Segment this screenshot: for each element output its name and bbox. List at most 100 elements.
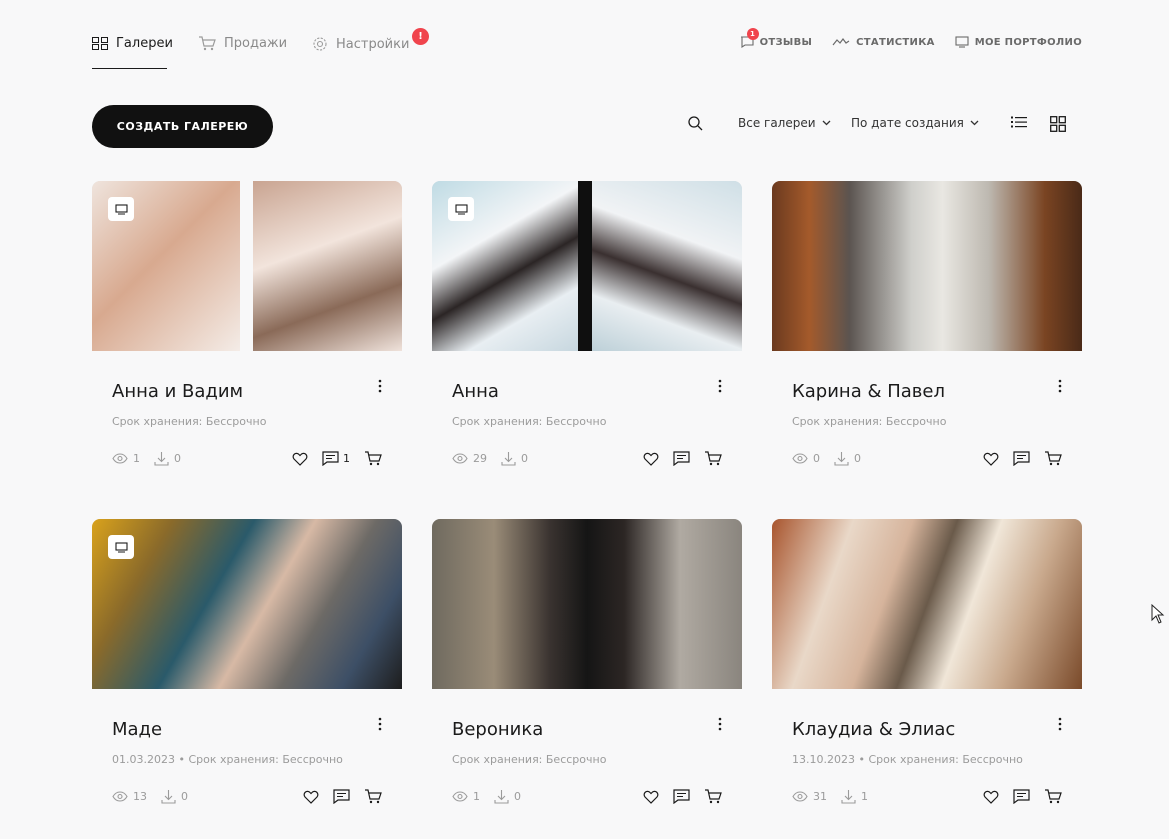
tab-galleries-label: Галереи [116,36,173,51]
heart-icon [303,790,319,804]
tab-galleries[interactable]: Галереи [92,36,173,51]
more-options-icon[interactable] [376,379,384,393]
gallery-actions [983,789,1062,804]
more-options-icon[interactable] [716,379,724,393]
favorite-button[interactable] [292,452,308,466]
list-icon [1011,116,1027,128]
statistics-link[interactable]: СТАТИСТИКА [832,37,935,48]
more-options-icon[interactable] [1056,717,1064,731]
download-icon [501,452,516,466]
eye-icon [792,791,808,802]
gallery-meta: Срок хранения: Бессрочно [452,415,607,428]
reviews-link[interactable]: 1 ОТЗЫВЫ [740,28,813,48]
gallery-stats: 1 0 [112,451,181,466]
filter-label: Все галереи [738,116,816,130]
more-options-icon[interactable] [716,717,724,731]
views-count: 1 [133,452,140,465]
sort-label: По дате создания [851,116,964,130]
comments-button[interactable] [1013,451,1030,466]
views-count: 13 [133,790,147,803]
gallery-card[interactable]: Анна Срок хранения: Бессрочно 29 0 [432,181,742,481]
gallery-stats: 13 0 [112,789,188,804]
gallery-stats: 31 1 [792,789,868,804]
gallery-title[interactable]: Маде [112,719,162,740]
comment-icon [673,451,690,466]
more-options-icon[interactable] [376,717,384,731]
comments-button[interactable]: 1 [322,451,350,466]
tab-sales[interactable]: Продажи [198,36,287,51]
comments-button[interactable] [333,789,350,804]
download-icon [154,452,169,466]
gallery-title[interactable]: Анна [452,381,499,402]
filter-dropdown[interactable]: Все галереи [738,116,831,130]
comments-button[interactable] [673,789,690,804]
gallery-title[interactable]: Анна и Вадим [112,381,243,402]
comments-button[interactable] [1013,789,1030,804]
gallery-cover[interactable] [432,181,742,351]
gallery-card[interactable]: Анна и Вадим Срок хранения: Бессрочно 1 … [92,181,402,481]
search-button[interactable] [688,116,703,131]
views-stat: 1 [112,452,140,465]
download-icon [834,452,849,466]
gallery-title[interactable]: Вероника [452,719,543,740]
download-icon [161,790,176,804]
favorite-button[interactable] [643,790,659,804]
gallery-cover[interactable] [432,519,742,689]
favorite-button[interactable] [643,452,659,466]
views-stat: 0 [792,452,820,465]
gallery-card[interactable]: Маде 01.03.2023 • Срок хранения: Бессроч… [92,519,402,819]
gallery-card[interactable]: Вероника Срок хранения: Бессрочно 1 0 [432,519,742,819]
gallery-card[interactable]: Карина & Павел Срок хранения: Бессрочно … [772,181,1082,481]
portfolio-link[interactable]: МОЕ ПОРТФОЛИО [955,36,1082,48]
views-stat: 29 [452,452,487,465]
downloads-count: 0 [521,452,528,465]
comment-icon [673,789,690,804]
gallery-cover[interactable] [92,519,402,689]
cart-icon [705,451,722,466]
cart-button[interactable] [364,789,382,804]
favorite-button[interactable] [983,790,999,804]
cart-button[interactable] [1044,789,1062,804]
gallery-title[interactable]: Клаудиа & Элиас [792,719,955,740]
downloads-count: 0 [181,790,188,803]
gallery-meta: Срок хранения: Бессрочно [452,753,607,766]
eye-icon [112,453,128,464]
gallery-card[interactable]: Клаудиа & Элиас 13.10.2023 • Срок хранен… [772,519,1082,819]
gallery-cover[interactable] [772,519,1082,689]
cart-icon [1045,789,1062,804]
gallery-title[interactable]: Карина & Павел [792,381,945,402]
gallery-meta: Срок хранения: Бессрочно [112,415,267,428]
tab-sales-label: Продажи [224,36,288,51]
views-stat: 1 [452,790,480,803]
cart-button[interactable] [1044,451,1062,466]
sort-dropdown[interactable]: По дате создания [851,116,979,130]
gallery-meta: 01.03.2023 • Срок хранения: Бессрочно [112,753,343,766]
downloads-count: 1 [861,790,868,803]
downloads-stat: 0 [501,451,528,466]
right-navigation: 1 ОТЗЫВЫ СТАТИСТИКА МОЕ ПОРТФОЛИО [740,28,1082,48]
cart-button[interactable] [704,789,722,804]
top-navigation: Галереи Продажи Настройки ! 1 ОТЗЫВЫ СТА… [92,28,1082,70]
favorite-button[interactable] [303,790,319,804]
cover-divider [578,181,592,351]
cover-photo [592,181,742,351]
more-options-icon[interactable] [1056,379,1064,393]
cart-button[interactable] [364,451,382,466]
active-tab-indicator [92,68,167,69]
chevron-down-icon [970,120,979,126]
tab-settings[interactable]: Настройки [312,36,409,52]
gallery-cover[interactable] [772,181,1082,351]
gallery-actions: 1 [292,451,382,466]
favorite-button[interactable] [983,452,999,466]
list-view-button[interactable] [1011,116,1027,128]
downloads-count: 0 [174,452,181,465]
gallery-cover[interactable] [92,181,402,351]
cover-photo [772,519,1082,689]
grid-view-button[interactable] [1050,116,1066,132]
comments-button[interactable] [673,451,690,466]
cover-photo [253,181,402,351]
cart-button[interactable] [704,451,722,466]
mouse-pointer-icon [1151,604,1165,624]
grid-icon [92,37,108,50]
eye-icon [112,791,128,802]
